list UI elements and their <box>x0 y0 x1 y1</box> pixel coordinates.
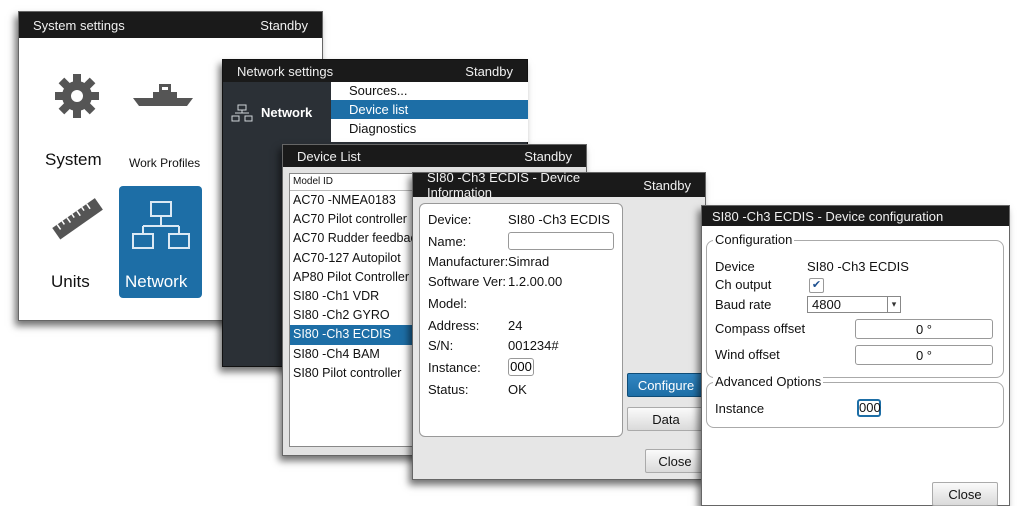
device-info-panel: Device: SI80 -Ch3 ECDIS Name: Manufactur… <box>419 203 623 437</box>
device-value: SI80 -Ch3 ECDIS <box>807 259 909 274</box>
system-settings-titlebar: System settings Standby <box>19 12 322 38</box>
wind-offset-field[interactable]: 0 ° <box>855 345 993 365</box>
device-list-row[interactable]: SI80 -Ch2 GYRO <box>290 306 430 325</box>
group-title: Advanced Options <box>713 374 824 389</box>
configuration-group: Configuration Device SI80 -Ch3 ECDIS Ch … <box>706 232 1004 378</box>
instance-field[interactable]: 000 <box>508 358 534 376</box>
device-list-row[interactable]: AC70 Rudder feedback <box>290 229 430 248</box>
device-config-window: SI80 -Ch3 ECDIS - Device configuration C… <box>701 205 1010 506</box>
wind-offset-value: 0 ° <box>915 348 932 363</box>
window-title: SI80 -Ch3 ECDIS - Device Information <box>427 170 581 200</box>
network-sidebar-item[interactable]: Network <box>231 100 331 126</box>
address-label: Address: <box>428 318 480 333</box>
device-info-titlebar: SI80 -Ch3 ECDIS - Device Information Sta… <box>413 170 705 200</box>
status-text: Standby <box>465 63 513 79</box>
ch-output-label: Ch output <box>715 277 772 292</box>
window-title: Device List <box>297 148 361 164</box>
window-title: SI80 -Ch3 ECDIS - Device configuration <box>712 208 944 224</box>
device-info-window: SI80 -Ch3 ECDIS - Device Information Sta… <box>412 170 706 480</box>
work-profiles-label: Work Profiles <box>129 156 201 170</box>
model-label: Model: <box>428 296 468 311</box>
device-list-row[interactable]: SI80 Pilot controller <box>290 364 430 383</box>
baud-rate-value: 4800 <box>812 297 841 312</box>
data-button[interactable]: Data <box>627 407 705 431</box>
sn-value: 001234# <box>508 338 559 353</box>
menu-item-diagnostics[interactable]: Diagnostics <box>331 119 528 138</box>
system-tile[interactable]: System <box>33 72 123 182</box>
status-value: OK <box>508 382 527 397</box>
instance-label: Instance <box>715 401 765 416</box>
ruler-icon <box>52 198 103 240</box>
status-label: Status: <box>428 382 469 397</box>
device-list-row[interactable]: AC70 Pilot controller <box>290 210 430 229</box>
status-text: Standby <box>260 17 308 33</box>
device-list-row[interactable]: SI80 -Ch1 VDR <box>290 287 430 306</box>
device-list-row[interactable]: AC70 -NMEA0183 <box>290 191 430 210</box>
system-label: System <box>45 150 102 169</box>
address-value: 24 <box>508 318 523 333</box>
wind-offset-label: Wind offset <box>715 347 780 362</box>
device-config-titlebar: SI80 -Ch3 ECDIS - Device configuration <box>702 206 1009 226</box>
network-label: Network <box>125 272 188 291</box>
device-list-table: Model ID AC70 -NMEA0183 AC70 Pilot contro… <box>289 173 431 447</box>
gear-icon <box>55 74 99 118</box>
boat-icon <box>133 84 193 106</box>
device-value: SI80 -Ch3 ECDIS <box>508 212 610 227</box>
network-settings-titlebar: Network settings Standby <box>223 60 527 82</box>
device-list-row[interactable]: AC70-127 Autopilot <box>290 249 430 268</box>
network-sidebar-label: Network <box>261 105 313 120</box>
device-label: Device: <box>428 212 472 227</box>
baud-rate-label: Baud rate <box>715 297 772 312</box>
close-button[interactable]: Close <box>932 482 998 506</box>
advanced-options-group: Advanced Options Instance 000 <box>706 374 1004 428</box>
manufacturer-label: Manufacturer: <box>428 254 509 269</box>
units-label: Units <box>51 272 90 291</box>
baud-rate-select[interactable]: 4800 ▾ <box>807 296 901 313</box>
device-list-row[interactable]: SI80 -Ch3 ECDIS <box>290 325 430 345</box>
software-label: Software Ver: <box>428 274 507 289</box>
column-header: Model ID <box>290 174 430 191</box>
network-menu: Sources... Device list Diagnostics <box>331 82 528 142</box>
status-text: Standby <box>643 177 691 193</box>
network-icon <box>132 201 190 249</box>
work-profiles-tile[interactable]: Work Profiles <box>123 72 205 182</box>
close-button[interactable]: Close <box>645 449 705 473</box>
manufacturer-value: Simrad <box>508 254 550 269</box>
menu-item-device-list[interactable]: Device list <box>331 100 528 119</box>
window-title: Network settings <box>237 63 334 79</box>
ch-output-checkbox[interactable]: ✔ <box>809 278 824 293</box>
network-icon <box>231 104 253 122</box>
sn-label: S/N: <box>428 338 454 353</box>
chevron-down-icon: ▾ <box>887 297 900 312</box>
status-text: Standby <box>524 148 572 164</box>
device-list-titlebar: Device List Standby <box>283 145 586 167</box>
instance-label: Instance: <box>428 360 481 375</box>
name-field[interactable] <box>508 232 614 250</box>
device-list-row[interactable]: SI80 -Ch4 BAM <box>290 345 430 364</box>
units-tile[interactable]: Units <box>33 188 123 298</box>
menu-item-sources[interactable]: Sources... <box>331 82 528 100</box>
network-tile[interactable]: Network <box>119 186 202 298</box>
software-value: 1.2.00.00 <box>508 274 563 289</box>
compass-offset-value: 0 ° <box>915 322 932 337</box>
window-title: System settings <box>33 17 125 33</box>
group-title: Configuration <box>713 232 795 247</box>
configure-button[interactable]: Configure <box>627 373 705 397</box>
device-label: Device <box>715 259 755 274</box>
name-label: Name: <box>428 234 467 249</box>
compass-offset-field[interactable]: 0 ° <box>855 319 993 339</box>
compass-offset-label: Compass offset <box>715 321 806 336</box>
device-list-row[interactable]: AP80 Pilot Controller <box>290 268 430 287</box>
instance-field[interactable]: 000 <box>857 399 881 417</box>
